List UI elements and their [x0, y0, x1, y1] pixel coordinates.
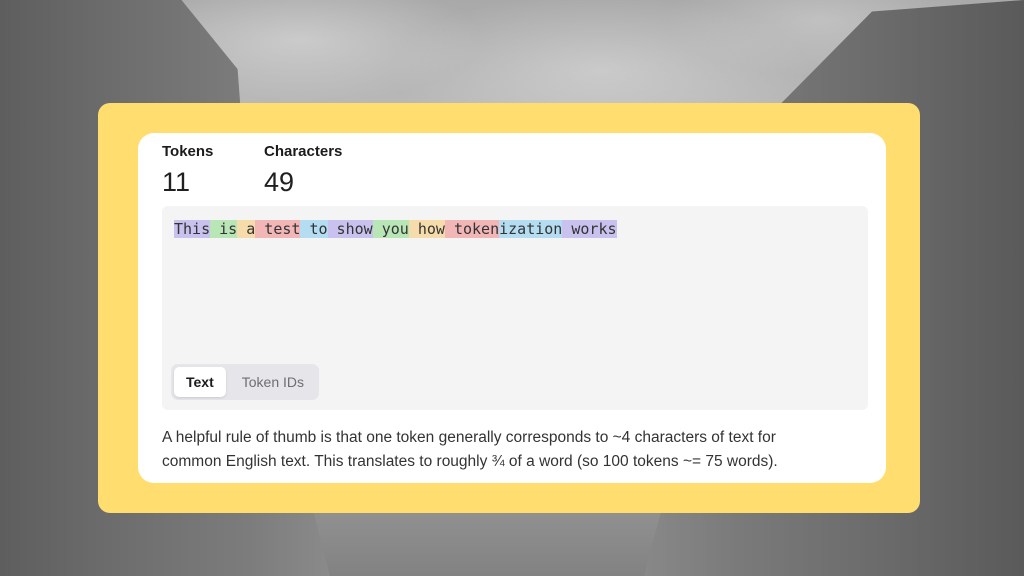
token-chip: test	[255, 220, 301, 238]
token-chip: works	[562, 220, 617, 238]
token-chip: This	[174, 220, 211, 238]
characters-label: Characters	[264, 143, 343, 160]
token-chip: is	[210, 220, 238, 238]
note-line-1: A helpful rule of thumb is that one toke…	[162, 429, 776, 446]
token-chip: a	[237, 220, 256, 238]
token-chip: how	[408, 220, 445, 238]
token-chip: token	[444, 220, 500, 238]
token-chip: you	[372, 220, 409, 238]
characters-stat: Characters 49	[264, 141, 366, 199]
tokens-count: 11	[162, 167, 191, 197]
stats-row: Tokens 11 Characters 49	[162, 141, 366, 199]
characters-count: 49	[264, 167, 295, 197]
view-toggle: Text Token IDs	[171, 364, 319, 400]
tab-token-ids[interactable]: Token IDs	[230, 367, 316, 397]
token-chip: ization	[499, 220, 563, 238]
tab-text[interactable]: Text	[174, 367, 226, 397]
tokens-label: Tokens	[162, 143, 214, 160]
token-chip: to	[300, 220, 328, 238]
token-highlight-text: This is a test to show you how tokenizat…	[174, 218, 617, 240]
rule-of-thumb-note: A helpful rule of thumb is that one toke…	[162, 426, 862, 474]
token-chip: show	[327, 220, 373, 238]
note-line-2: common English text. This translates to …	[162, 453, 778, 470]
tokenizer-card: Tokens 11 Characters 49 This is a test t…	[138, 133, 886, 483]
yellow-frame: Tokens 11 Characters 49 This is a test t…	[98, 103, 920, 513]
tokenized-text-area[interactable]: This is a test to show you how tokenizat…	[162, 206, 868, 410]
tokens-stat: Tokens 11	[162, 141, 264, 199]
